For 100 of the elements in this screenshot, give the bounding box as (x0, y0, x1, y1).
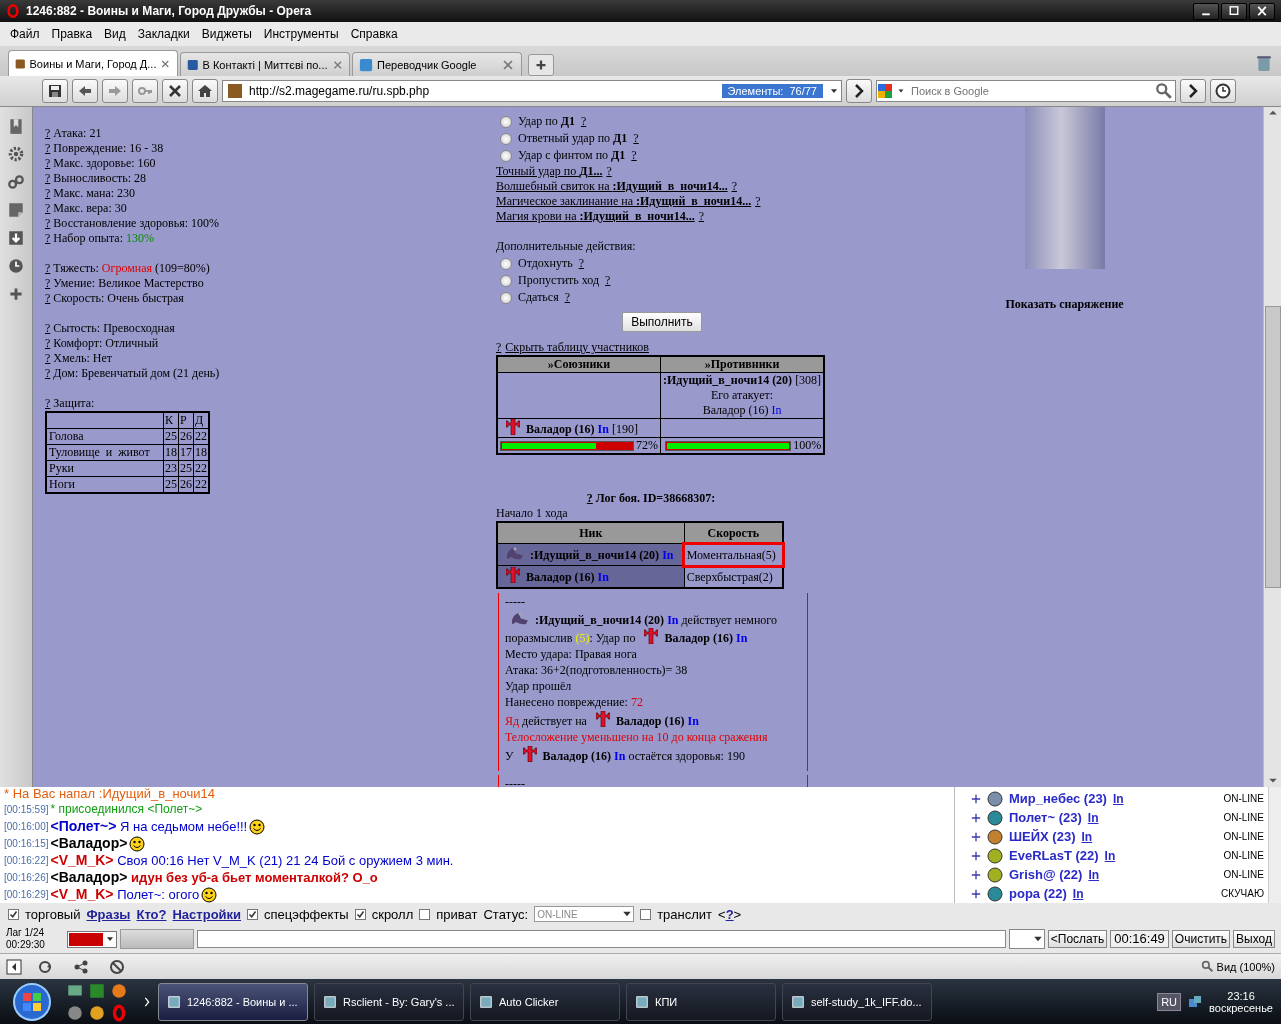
option-label[interactable]: Удар по Д1 (518, 114, 575, 129)
taskbar-button[interactable]: Auto Clicker (470, 982, 620, 1021)
help-link[interactable]: ? (45, 276, 51, 290)
menu-item[interactable]: Правка (45, 27, 99, 41)
help-link[interactable]: ? (586, 491, 593, 505)
save-button[interactable] (42, 79, 68, 103)
new-tab-button[interactable] (528, 54, 554, 76)
radio-button[interactable] (500, 274, 512, 287)
checkbox[interactable] (8, 908, 19, 920)
clear-button[interactable]: Очистить (1171, 930, 1231, 948)
user-name[interactable]: ШЕЙХ (23) (1009, 829, 1076, 844)
checkbox[interactable] (354, 908, 366, 920)
stop-button[interactable] (162, 79, 188, 103)
help-link[interactable]: ? (45, 366, 51, 380)
action-link[interactable]: Волшебный свиток на :Идущий_в_ночи14... (496, 179, 728, 194)
help-link[interactable]: ? (580, 114, 587, 129)
help-link[interactable]: ? (606, 164, 612, 179)
send-button[interactable]: <Послать (1047, 930, 1108, 948)
checkbox[interactable] (419, 908, 431, 920)
help-link[interactable]: ? (496, 340, 502, 355)
help-link[interactable]: ? (605, 273, 611, 288)
note-icon[interactable] (7, 201, 25, 219)
help-link[interactable]: ? (45, 126, 51, 140)
start-orb-icon[interactable] (12, 981, 52, 1022)
help-link[interactable]: ? (45, 186, 51, 200)
option-label[interactable]: Ответный удар по Д1 (518, 131, 628, 146)
browser-tab[interactable]: В Контакті | Миттєві по... (180, 52, 350, 76)
help-link[interactable]: ? (631, 148, 637, 163)
browser-tab[interactable]: Переводчик Google (352, 52, 522, 76)
profile-link[interactable]: In (1087, 810, 1099, 825)
trash-icon[interactable] (1255, 54, 1273, 72)
help-link[interactable]: ? (45, 261, 51, 275)
option-link[interactable]: Настройки (172, 906, 242, 922)
option-label[interactable]: Удар с финтом по Д1 (518, 148, 626, 163)
help-link[interactable]: ? (698, 209, 704, 224)
search-field[interactable]: Поиск в Google (876, 80, 1176, 102)
checkbox-label[interactable]: торговый (25, 906, 81, 922)
help-link[interactable]: ? (564, 290, 570, 305)
gear-icon[interactable] (66, 1003, 84, 1022)
help-link[interactable]: ? (633, 131, 639, 146)
search-icon[interactable] (1155, 82, 1173, 100)
close-icon[interactable] (1249, 2, 1275, 20)
option-link[interactable]: Фразы (86, 906, 131, 922)
history-button[interactable] (1210, 79, 1236, 103)
exit-button[interactable]: Выход (1233, 930, 1275, 948)
next-button[interactable] (1180, 79, 1206, 103)
action-link[interactable]: Магическое заклинание на :Идущий_в_ночи14... (496, 194, 752, 209)
profile-link[interactable]: In (1081, 829, 1093, 844)
equipment-link[interactable]: Показать снаряжение (1005, 297, 1124, 312)
help-link[interactable]: ? (45, 321, 51, 335)
dropdown[interactable] (1008, 929, 1045, 949)
help-link[interactable]: ? (45, 156, 51, 170)
help-link[interactable]: ? (755, 194, 761, 209)
menu-item[interactable]: Виджеты (195, 27, 258, 41)
menu-item[interactable]: Справка (344, 27, 404, 41)
checkbox[interactable] (247, 908, 259, 920)
message-input[interactable] (197, 930, 1006, 948)
plus-icon[interactable] (971, 812, 981, 823)
language-indicator[interactable]: RU (1157, 992, 1182, 1011)
panel-toggle-icon[interactable] (6, 958, 22, 975)
link-icon[interactable] (7, 173, 25, 191)
user-name[interactable]: EveRLasT (22) (1009, 848, 1099, 863)
maximize-icon[interactable] (1221, 2, 1247, 20)
scrollbar[interactable] (1268, 787, 1281, 903)
help-link[interactable]: ? (45, 336, 51, 350)
zoom-control[interactable]: Вид (100%) (1200, 960, 1275, 973)
user-name[interactable]: popa (22) (1009, 886, 1067, 901)
taskbar-button[interactable]: self-study_1k_IFF.do... (782, 982, 932, 1021)
profile-link[interactable]: In (1072, 886, 1084, 901)
taskbar-button[interactable]: Rsclient - By: Gary's ... (314, 982, 464, 1021)
checkbox-label[interactable]: скролл (371, 906, 414, 922)
help-link[interactable]: ? (731, 179, 737, 194)
download-icon[interactable] (7, 229, 25, 247)
menu-item[interactable]: Инструменты (257, 27, 345, 41)
menu-item[interactable]: Закладки (131, 27, 196, 41)
user-name[interactable]: Полет~ (23) (1009, 810, 1082, 825)
option-label[interactable]: Сдаться (518, 290, 559, 305)
plus-icon[interactable] (971, 888, 981, 899)
help-link[interactable]: ? (45, 396, 51, 410)
address-field[interactable]: http://s2.magegame.ru/ru.spb.php Элементы: 76/77 (222, 80, 842, 102)
opera-logo-icon[interactable] (110, 1003, 128, 1022)
clock-icon[interactable] (7, 257, 25, 275)
plus-icon[interactable] (971, 831, 981, 842)
action-link[interactable]: Магия крови на :Идущий_в_ночи14... (496, 209, 695, 224)
help-link[interactable]: ? (45, 351, 51, 365)
go-button[interactable] (846, 79, 872, 103)
checkbox[interactable] (640, 908, 652, 920)
radio-button[interactable] (500, 149, 512, 162)
plus-icon[interactable] (971, 850, 981, 861)
checkbox-label[interactable]: приват (436, 906, 478, 922)
action-link[interactable]: Точный удар по Д1... (496, 164, 603, 179)
menu-item[interactable]: Файл (4, 27, 46, 41)
warning-icon[interactable] (88, 1003, 106, 1022)
help-link[interactable]: ? (578, 256, 585, 271)
profile-link[interactable]: In (1104, 848, 1116, 863)
toggle-link[interactable]: Скрыть таблицу участников (505, 340, 649, 355)
help-link[interactable]: ? (725, 906, 734, 922)
help-link[interactable]: ? (45, 231, 51, 245)
plus-icon[interactable] (7, 285, 25, 303)
help-link[interactable]: ? (45, 216, 51, 230)
